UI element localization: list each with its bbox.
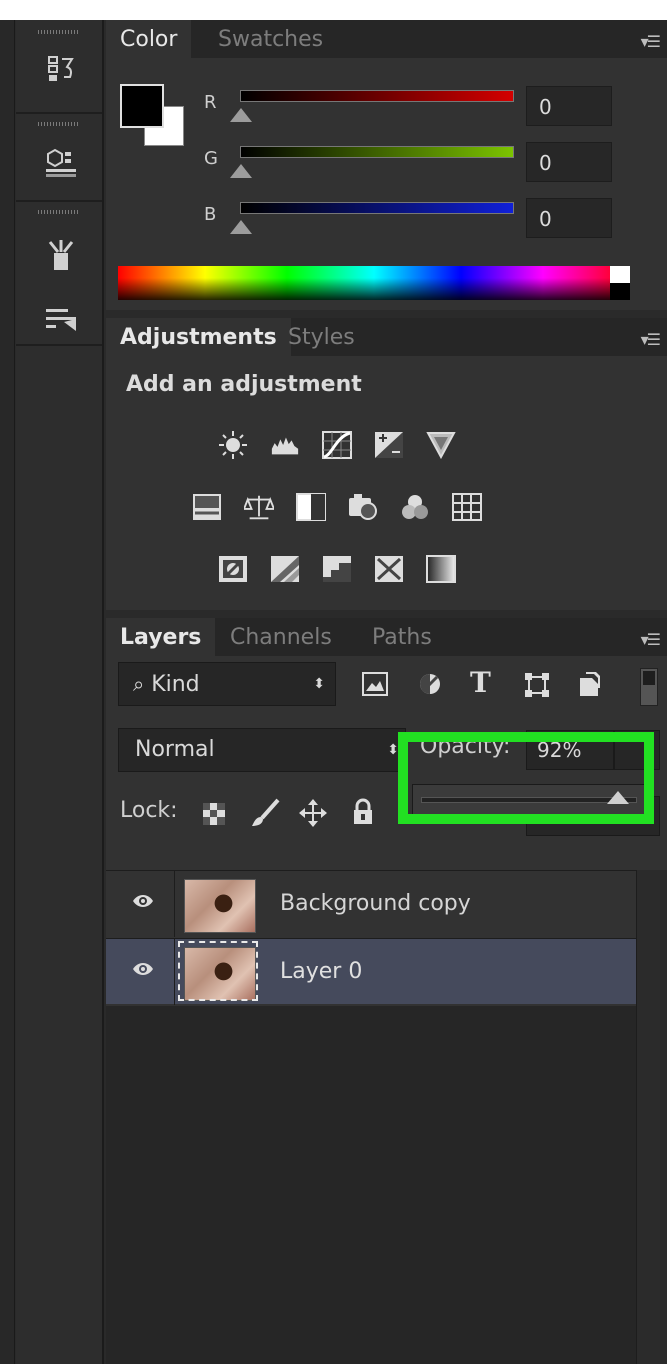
pixel-layer-filter-icon[interactable] <box>362 672 388 700</box>
search-icon: ⌕ <box>133 672 145 696</box>
layer-thumbnail-selection-frame <box>178 941 258 1001</box>
eye-icon[interactable] <box>132 893 154 914</box>
strip-separator <box>16 112 102 114</box>
layer-thumbnail[interactable] <box>184 879 256 933</box>
lock-transparent-pixels-icon[interactable] <box>202 802 226 830</box>
gradient-map-icon[interactable] <box>426 554 456 584</box>
blend-mode-dropdown[interactable]: Normal ⬍ <box>118 728 406 772</box>
layers-panel-tabbar: Layers Channels Paths ▾☰ <box>106 618 667 656</box>
tool-presets-icon[interactable] <box>44 302 78 336</box>
brightness-contrast-icon[interactable] <box>218 430 248 460</box>
blue-slider-track[interactable] <box>240 202 514 214</box>
posterize-icon[interactable] <box>270 554 300 584</box>
lock-all-icon[interactable] <box>352 798 374 830</box>
eye-icon[interactable] <box>132 961 154 981</box>
layers-list: Background copy Layer 0 <box>106 870 636 1006</box>
channel-label-b: B <box>204 204 217 225</box>
red-value-input[interactable]: 0 <box>526 86 612 126</box>
hue-saturation-icon[interactable] <box>192 492 222 522</box>
adjustments-panel: Adjustments Styles ▾☰ Add an adjustment <box>106 318 667 610</box>
layers-panel: Layers Channels Paths ▾☰ ⌕ Kind ⬍ T Norm… <box>106 618 667 1364</box>
photoshop-panels: Color Swatches ▾☰ R 0 G 0 B 0 Adjustment… <box>0 20 667 1364</box>
vibrance-icon[interactable] <box>426 430 456 460</box>
strip-separator <box>16 200 102 202</box>
color-panel: Color Swatches ▾☰ R 0 G 0 B 0 <box>106 20 667 310</box>
layer-name[interactable]: Layer 0 <box>280 959 362 984</box>
green-slider-track[interactable] <box>240 146 514 158</box>
lock-label: Lock: <box>120 798 178 823</box>
panel-menu-icon[interactable]: ▾☰ <box>641 330 661 349</box>
green-value-input[interactable]: 0 <box>526 142 612 182</box>
tab-swatches[interactable]: Swatches <box>204 20 337 58</box>
tab-paths[interactable]: Paths <box>358 618 446 656</box>
filter-toggle-switch[interactable] <box>640 668 658 706</box>
curves-icon[interactable] <box>322 430 352 460</box>
tab-styles[interactable]: Styles <box>274 318 369 356</box>
type-layer-filter-icon[interactable]: T <box>470 666 491 699</box>
selective-color-icon[interactable] <box>374 554 404 584</box>
blend-mode-label: Normal <box>135 737 215 762</box>
tab-color[interactable]: Color <box>106 20 192 58</box>
adjustment-layer-filter-icon[interactable] <box>418 672 442 700</box>
brush-tools-icon[interactable] <box>44 238 78 272</box>
history-icon[interactable] <box>44 52 78 86</box>
channel-mixer-icon[interactable] <box>400 492 430 522</box>
strip-separator <box>16 344 102 346</box>
panel-icon-strip <box>16 20 104 1364</box>
smart-object-filter-icon[interactable] <box>578 670 602 702</box>
color-panel-tabbar: Color Swatches ▾☰ <box>106 20 667 58</box>
adjustments-heading: Add an adjustment <box>126 372 362 397</box>
color-balance-icon[interactable] <box>244 492 274 522</box>
layer-row-layer-0[interactable]: Layer 0 <box>106 938 636 1005</box>
levels-icon[interactable] <box>270 430 300 460</box>
photo-filter-icon[interactable] <box>348 492 378 522</box>
red-slider-track[interactable] <box>240 90 514 102</box>
adjustments-panel-tabbar: Adjustments Styles ▾☰ <box>106 318 667 356</box>
green-slider-thumb[interactable] <box>230 164 252 178</box>
layer-name[interactable]: Background copy <box>280 891 471 916</box>
dropdown-arrows-icon: ⬍ <box>313 676 325 692</box>
layers-empty-area <box>106 1006 636 1364</box>
layers-scrollbar[interactable] <box>636 870 667 1364</box>
strip-grip[interactable] <box>38 210 78 214</box>
channel-label-r: R <box>204 92 217 113</box>
black-white-icon[interactable] <box>296 492 326 522</box>
channel-label-g: G <box>204 148 218 169</box>
spectrum-white-swatch[interactable] <box>610 266 630 283</box>
layer-row-background-copy[interactable]: Background copy <box>106 870 636 937</box>
canvas-edge <box>0 20 15 1364</box>
filter-kind-dropdown[interactable]: ⌕ Kind ⬍ <box>118 662 336 706</box>
strip-grip[interactable] <box>38 30 78 34</box>
tab-channels[interactable]: Channels <box>216 618 346 656</box>
invert-icon[interactable] <box>218 554 248 584</box>
tab-layers[interactable]: Layers <box>106 618 216 656</box>
strip-grip[interactable] <box>38 122 78 126</box>
3d-cube-icon[interactable] <box>44 146 78 180</box>
shape-layer-filter-icon[interactable] <box>524 672 550 702</box>
blue-slider-thumb[interactable] <box>230 220 252 234</box>
red-slider-thumb[interactable] <box>230 108 252 122</box>
row-divider <box>174 871 175 937</box>
spectrum-black-swatch[interactable] <box>610 283 630 300</box>
color-lookup-icon[interactable] <box>452 492 482 522</box>
row-divider <box>174 939 175 1005</box>
color-spectrum-bar[interactable] <box>118 266 630 300</box>
filter-kind-label: Kind <box>151 672 200 697</box>
threshold-icon[interactable] <box>322 554 352 584</box>
tab-adjustments[interactable]: Adjustments <box>106 318 291 356</box>
panel-menu-icon[interactable]: ▾☰ <box>641 32 661 51</box>
highlight-box <box>398 732 654 824</box>
lock-position-icon[interactable] <box>298 798 328 832</box>
lock-image-pixels-icon[interactable] <box>250 798 280 832</box>
panel-menu-icon[interactable]: ▾☰ <box>641 630 661 649</box>
exposure-icon[interactable] <box>374 430 404 460</box>
blue-value-input[interactable]: 0 <box>526 198 612 238</box>
foreground-color-swatch[interactable] <box>120 84 164 128</box>
